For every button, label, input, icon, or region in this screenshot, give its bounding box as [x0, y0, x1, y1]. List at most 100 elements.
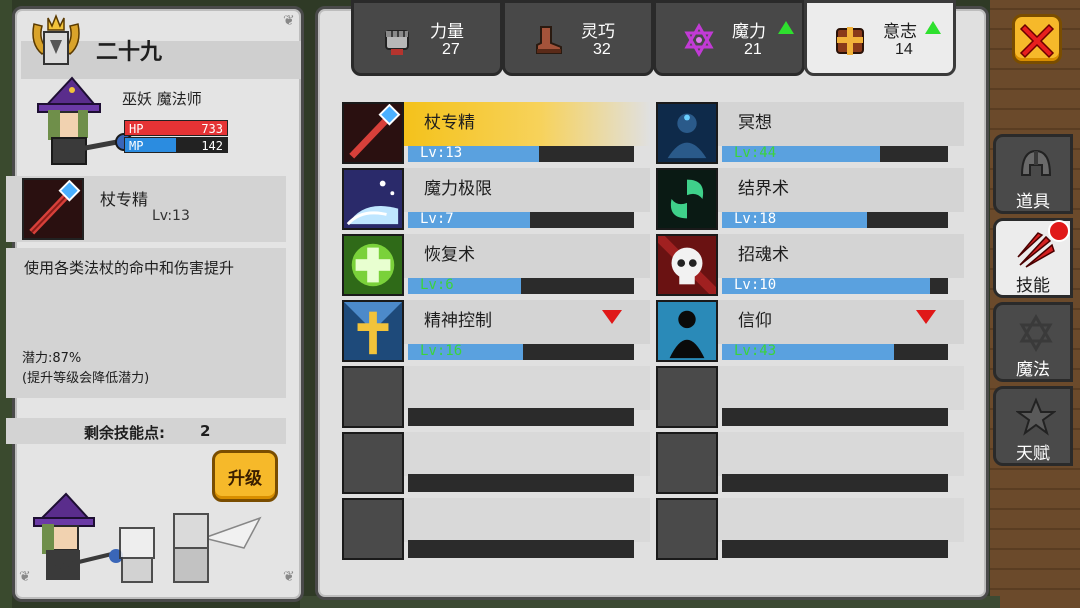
skill-name: 精神控制	[424, 311, 492, 331]
potential-hint: (提升等级会降低潜力)	[22, 371, 150, 386]
attribute-name: 意志	[883, 22, 917, 42]
mind-control-icon	[342, 300, 404, 362]
party-members	[33, 492, 262, 583]
skill-name: 结界术	[738, 179, 789, 199]
faith-silhouette-icon	[656, 300, 718, 362]
attribute-name: 魔力	[732, 22, 766, 42]
party-wizard-sprite	[33, 492, 123, 580]
skill-level: Lv:13	[420, 145, 463, 161]
attribute-name: 灵巧	[581, 22, 615, 42]
attribute-tab-dexterity[interactable]: 灵巧 32	[502, 0, 654, 76]
hexagram-icon	[1019, 314, 1053, 352]
skill-slot-barrier[interactable]: 结界术 Lv:18	[656, 168, 964, 230]
skill-level: Lv:10	[734, 277, 777, 293]
corner-ornament: ❦	[283, 13, 295, 29]
attribute-tab-will[interactable]: 意志 14	[804, 0, 956, 76]
skill-name: 魔力极限	[424, 179, 492, 199]
skull-icon	[656, 234, 718, 296]
skill-name: 杖专精	[424, 113, 475, 133]
skill-level-bar: Lv:43	[722, 343, 948, 360]
skill-slot-staff-mastery[interactable]: 杖专精 Lv:13	[342, 102, 650, 164]
decrease-arrow-icon	[916, 310, 936, 324]
skill-slot-mind-control[interactable]: 精神控制 Lv:16	[342, 300, 650, 362]
skill-level-bar: Lv:6	[408, 277, 634, 294]
attribute-value: 27	[442, 41, 460, 58]
helmet-icon	[1020, 149, 1052, 176]
skill-name: 冥想	[738, 113, 772, 133]
attribute-value: 21	[744, 41, 762, 58]
fist-icon	[385, 30, 409, 55]
party-fairy-sprite	[173, 513, 262, 583]
empty-skill-slot[interactable]	[342, 432, 650, 494]
empty-level-bar	[408, 540, 634, 558]
empty-level-bar	[408, 408, 634, 426]
skill-level-bar: Lv:10	[722, 277, 948, 294]
skill-level: Lv:16	[420, 343, 463, 359]
side-tab-label: 道具	[1016, 192, 1050, 212]
skill-name: 恢复术	[424, 245, 475, 265]
skill-level-bar: Lv:16	[408, 343, 634, 360]
notification-dot	[1048, 220, 1070, 242]
empty-skill-slot[interactable]	[656, 366, 964, 428]
skill-level-bar: Lv:13	[408, 145, 634, 162]
character-name: 二十九	[96, 40, 163, 65]
mp-value: 142	[201, 139, 223, 153]
skill-level-bar: Lv:18	[722, 211, 948, 228]
remaining-points-label: 剩余技能点:	[84, 424, 165, 442]
empty-level-bar	[722, 474, 948, 492]
remaining-skill-points: 剩余技能点: 2	[6, 418, 286, 444]
heal-cross-icon	[342, 234, 404, 296]
potential-value: 潜力:87%	[22, 351, 82, 366]
character-portrait	[37, 76, 133, 165]
staff-mastery-icon	[342, 102, 404, 164]
meditation-icon	[656, 102, 718, 164]
character-class: 巫妖 魔法师	[122, 90, 202, 108]
side-tab-items[interactable]: 道具	[993, 134, 1073, 214]
rank-badge-icon	[32, 14, 80, 65]
attribute-tab-strength[interactable]: 力量 27	[351, 0, 503, 76]
side-tab-label: 魔法	[1016, 360, 1050, 380]
empty-level-bar	[408, 474, 634, 492]
decrease-arrow-icon	[602, 310, 622, 324]
side-tab-magic[interactable]: 魔法	[993, 302, 1073, 382]
skill-slot-mana-limit[interactable]: 魔力极限 Lv:7	[342, 168, 650, 230]
empty-skill-slot[interactable]	[656, 498, 964, 560]
barrier-swirl-icon	[656, 168, 718, 230]
party-ghost-sprite	[119, 527, 155, 583]
skill-slot-faith[interactable]: 信仰 Lv:43	[656, 300, 964, 362]
hp-label: HP	[129, 122, 144, 136]
skill-slot-meditation[interactable]: 冥想 Lv:44	[656, 102, 964, 164]
skill-level-bar: Lv:44	[722, 145, 948, 162]
mp-bar: MP 142	[124, 137, 228, 153]
mana-wave-icon	[342, 168, 404, 230]
hp-bar: HP 733	[124, 120, 228, 136]
mp-label: MP	[129, 139, 144, 153]
skill-level: Lv:44	[734, 145, 777, 161]
shield-cross-icon	[836, 27, 864, 55]
close-button[interactable]	[1012, 14, 1062, 64]
skill-slot-recovery[interactable]: 恢复术 Lv:6	[342, 234, 650, 296]
empty-skill-slot[interactable]	[342, 498, 650, 560]
side-tab-label: 技能	[1016, 276, 1050, 296]
skill-name: 信仰	[738, 311, 772, 331]
skill-name: 招魂术	[738, 245, 789, 265]
skill-level: Lv:18	[734, 211, 777, 227]
skill-description: 使用各类法杖的命中和伤害提升	[24, 259, 235, 277]
empty-skill-slot[interactable]	[342, 366, 650, 428]
skill-slot-soul-summon[interactable]: 招魂术 Lv:10	[656, 234, 964, 296]
attribute-value: 14	[895, 41, 913, 58]
star-icon	[1016, 397, 1056, 436]
empty-skill-slot[interactable]	[656, 432, 964, 494]
hp-value: 733	[201, 122, 223, 136]
skill-level: Lv:6	[420, 277, 454, 293]
attribute-name: 力量	[430, 22, 464, 42]
side-tab-label: 天赋	[1016, 444, 1050, 464]
remaining-points-value: 2	[200, 422, 211, 440]
attribute-tab-magic[interactable]: 魔力 21	[653, 0, 805, 76]
side-tab-talents[interactable]: 天赋	[993, 386, 1073, 466]
skill-level: Lv:43	[734, 343, 777, 359]
increase-arrow-icon	[778, 21, 794, 34]
increase-arrow-icon	[925, 21, 941, 34]
skill-level-bar: Lv:7	[408, 211, 634, 228]
empty-level-bar	[722, 540, 948, 558]
